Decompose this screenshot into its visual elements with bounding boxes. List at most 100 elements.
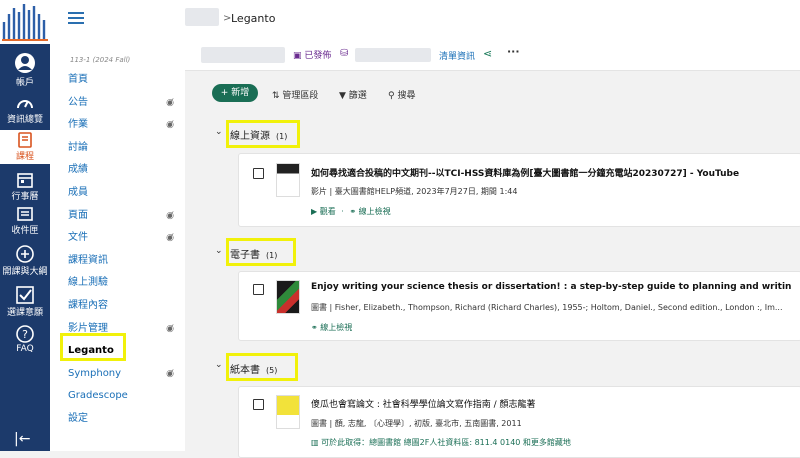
search-button[interactable]: ⚲ 搜尋 [388,88,415,101]
section-collapse-chevron-icon[interactable]: ⌄ [215,246,223,256]
sort-list-icon: ⇅ [272,91,280,101]
checkbox-icon [16,286,34,304]
list-info-link[interactable]: 清單資訊 [439,49,475,62]
link-divider: · [341,207,344,216]
course-nav-label: Gradescope [68,390,128,402]
list-bar: ▣ 已發佈 ⛁ 清單資訊 ⋖ ··· [185,40,800,71]
course-nav-label: 影片管理 [68,322,108,334]
course-nav-item[interactable]: 文件 ◉̸ [68,231,174,245]
gnav-course[interactable]: 課程 [0,130,50,164]
library-icon: ▥ [311,438,319,447]
hamburger-menu-icon[interactable] [68,12,84,27]
calendar-icon [17,173,33,188]
course-nav-item[interactable]: 成員 [68,186,174,200]
course-nav-label: 成績 [68,164,88,176]
section-collapse-chevron-icon[interactable]: ⌄ [215,360,223,370]
published-icon: ▣ [293,51,302,61]
course-nav-item[interactable]: 線上測驗 [68,276,174,290]
citation-card[interactable]: 如何尋找適合投稿的中文期刊--以TCI-HSS資料庫為例[臺大圖書館一分鐘充電站… [238,153,800,227]
filter-button[interactable]: ▼ 篩選 [339,88,367,101]
add-button[interactable]: + 新增 [212,84,258,102]
filter-label: 篩選 [348,91,367,101]
hidden-eye-icon: ◉̸ [166,368,174,379]
hidden-eye-icon: ◉̸ [166,210,174,221]
item-title[interactable]: Enjoy writing your science thesis or dis… [311,282,791,292]
course-nav-item[interactable]: 討論 [68,141,174,155]
top-bar: > Leganto [185,0,800,40]
item-checkbox[interactable] [253,399,264,410]
gnav-course-setup[interactable]: 開課與大綱 [0,245,50,277]
gnav-label: 行事曆 [11,192,39,202]
course-nav-label: 成員 [68,187,88,198]
highlight-box-print [226,353,298,381]
highlight-box-ebook [226,238,296,266]
gnav-label: 收件匣 [11,226,39,236]
logo-bars-icon [2,4,48,41]
course-nav-item[interactable]: 作業 ◉̸ [68,118,174,132]
course-term: 113-1 (2024 Fall) [70,56,131,64]
view-online-link[interactable]: 線上檢視 [320,323,352,332]
play-icon: ▶ [311,207,318,216]
blurred-course-name [355,48,431,62]
item-checkbox[interactable] [253,168,264,179]
item-thumbnail [276,280,300,314]
item-title[interactable]: 傻瓜也會寫論文 : 社會科學學位論文寫作指南 / 顏志龍著 [311,397,791,410]
item-meta: 影片 | 臺大圖書館HELP頻道, 2023年7月27日, 期間 1:44 [311,187,518,196]
collapse-nav-icon[interactable]: |← [14,431,30,447]
course-nav-label: 課程資訊 [68,254,108,266]
search-icon: ⚲ [388,91,395,101]
link-icon: ⚭ [311,323,318,332]
hidden-eye-icon: ◉̸ [166,233,174,244]
gnav-faq[interactable]: ? FAQ [0,325,50,354]
citation-card[interactable]: 傻瓜也會寫論文 : 社會科學學位論文寫作指南 / 顏志龍著 圖書 | 顏, 志龍… [238,386,800,458]
item-meta: 圖書 | Fisher, Elizabeth., Thompson, Richa… [311,303,783,312]
section-collapse-chevron-icon[interactable]: ⌄ [215,127,223,137]
course-nav: 113-1 (2024 Fall) 首頁 公告 ◉̸ 作業 ◉̸ 討論 成績 成員 頁面 ◉̸ 文件… [50,0,185,451]
view-online-link[interactable]: 線上檢視 [359,207,391,216]
blurred-breadcrumb [185,8,219,26]
course-nav-label: 公告 [68,96,88,108]
item-thumbnail [276,395,300,429]
course-nav-item[interactable]: Symphony ◉̸ [68,367,174,381]
watch-link[interactable]: 觀看 [320,207,336,216]
account-icon [15,53,35,73]
citation-card[interactable]: Enjoy writing your science thesis or dis… [238,271,800,341]
course-nav-item[interactable]: 設定 [68,412,174,426]
course-nav-item[interactable]: 成績 [68,163,174,177]
course-nav-item[interactable]: Gradescope [68,389,174,403]
link-icon: ⚭ [349,207,357,216]
published-label: 已發佈 [304,51,332,61]
item-checkbox[interactable] [253,284,264,295]
course-nav-label: 線上測驗 [68,277,108,289]
manage-sections-button[interactable]: ⇅ 管理區段 [272,88,318,101]
share-icon[interactable]: ⋖ [483,47,492,60]
global-nav: 帳戶 資訊總覽 課程 行事曆 收件匣 開課與大綱 選課意願 ? FAQ |← [0,0,50,451]
university-logo[interactable] [0,0,50,44]
highlight-box-online [226,120,300,148]
gnav-enrollment[interactable]: 選課意願 [0,286,50,318]
course-nav-item[interactable]: 課程資訊 [68,254,174,268]
gnav-calendar[interactable]: 行事曆 [0,172,50,202]
gnav-inbox[interactable]: 收件匣 [0,206,50,236]
filter-icon: ▼ [339,91,346,101]
course-nav-item[interactable]: 課程內容 [68,299,174,313]
course-book-icon [18,132,32,148]
plus-circle-icon [16,245,34,263]
gnav-dashboard[interactable]: 資訊總覽 [0,95,50,125]
gnav-label: 選課意願 [6,308,43,318]
gnav-label: 帳戶 [15,78,34,88]
course-nav-label: 首頁 [68,74,88,85]
gnav-label: 資訊總覽 [6,115,43,125]
availability-link[interactable]: 可於此取得：總圖書館 總圖2F人社資料區: 811.4 0140 和更多館藏地 [321,438,571,447]
item-thumbnail [276,163,300,197]
more-options-button[interactable]: ··· [507,45,520,58]
gnav-account[interactable]: 帳戶 [0,52,50,88]
item-title[interactable]: 如何尋找適合投稿的中文期刊--以TCI-HSS資料庫為例[臺大圖書館一分鐘充電站… [311,166,791,179]
course-nav-item[interactable]: 公告 ◉̸ [68,96,174,110]
item-links: ⚭ 線上檢視 [311,322,352,333]
gnav-label: 課程 [15,152,34,162]
hidden-eye-icon: ◉̸ [166,120,174,131]
course-nav-item[interactable]: 頁面 ◉̸ [68,209,174,223]
item-meta: 圖書 | 顏, 志龍, 〔心理學〕, 初版, 臺北市, 五南圖書, 2011 [311,419,522,428]
course-nav-item[interactable]: 首頁 [68,73,174,87]
